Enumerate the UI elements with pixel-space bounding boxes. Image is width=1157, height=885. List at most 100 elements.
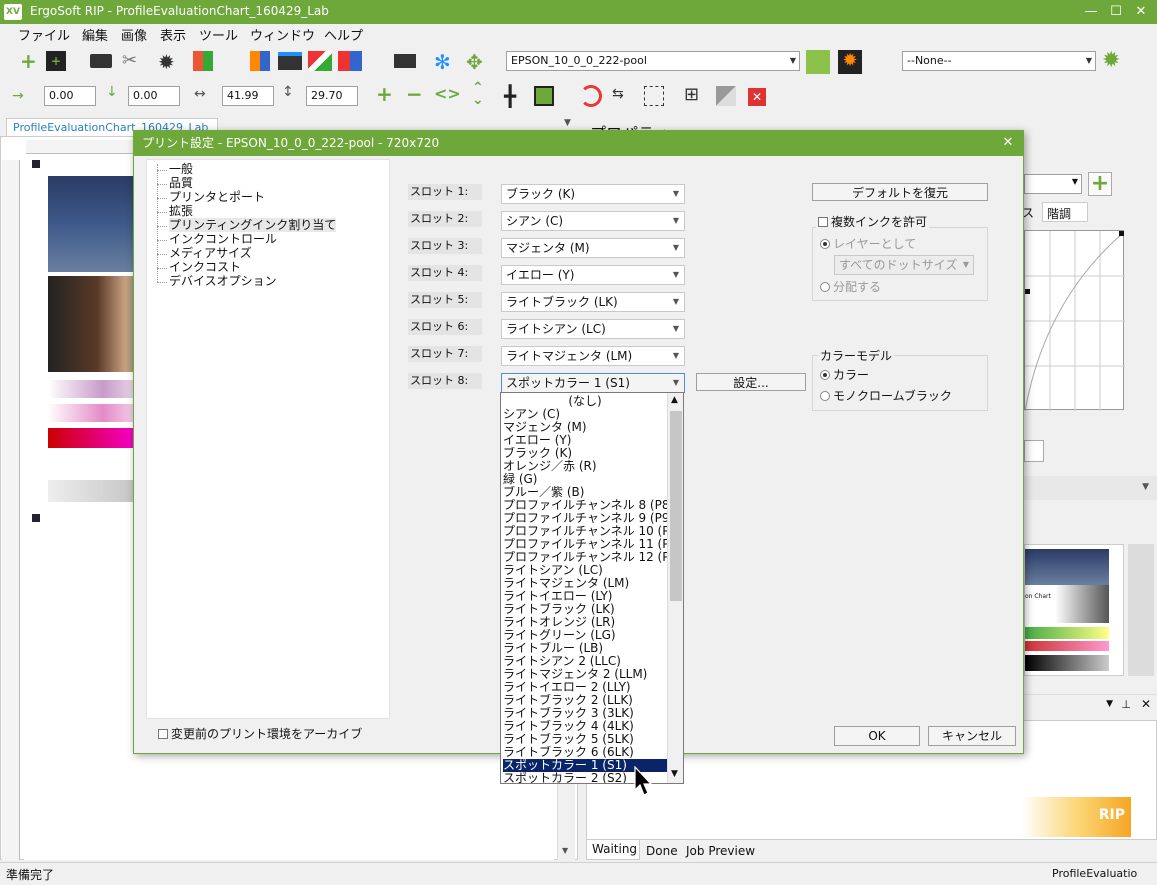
network-icon[interactable]: ✻ [434, 50, 456, 74]
menu-file[interactable]: ファイル [18, 25, 70, 44]
distribute-radio[interactable]: 分配する [820, 278, 881, 295]
tab-done[interactable]: Done [646, 844, 678, 858]
dropdown-item[interactable]: ライトマジェンタ 2 (LLM) [503, 668, 667, 681]
menu-tools[interactable]: ツール [199, 25, 238, 44]
dropdown-item[interactable]: プロファイルチャンネル 11 (P1 [503, 538, 667, 551]
add-curve-button[interactable]: + [1088, 172, 1112, 196]
settings-gear-icon[interactable]: ✹ [1102, 50, 1126, 74]
tree-item-ink-assignment[interactable]: プリンティングインク割り当て [169, 218, 337, 232]
settings-button[interactable]: 設定... [696, 373, 806, 391]
ruler-icon[interactable] [308, 51, 332, 71]
zoom-in-icon[interactable]: + [376, 82, 393, 106]
mono-black-radio[interactable]: モノクロームブラック [820, 387, 952, 404]
rotate-icon[interactable] [580, 85, 602, 107]
menu-image[interactable]: 画像 [121, 25, 147, 44]
preset-select[interactable]: --None-- ▼ [902, 51, 1096, 71]
ok-button[interactable]: OK [834, 726, 920, 746]
printer-device-icon[interactable] [394, 54, 416, 68]
dialog-close-button[interactable]: ✕ [999, 134, 1017, 152]
color-grid-icon[interactable] [250, 51, 270, 71]
color-squares-icon[interactable] [193, 51, 213, 71]
add-icon[interactable]: + [20, 51, 38, 71]
scroll-down-icon[interactable]: ▼ [562, 846, 568, 855]
tile-icon[interactable] [716, 86, 736, 106]
fit-width-icon[interactable]: <> [434, 84, 461, 103]
scroll-down-icon[interactable]: ▼ [671, 769, 678, 779]
slot-5-select[interactable]: ライトブラック (LK) ▼ [501, 292, 685, 312]
dropdown-item[interactable]: マジェンタ (M) [503, 421, 667, 434]
dropdown-item[interactable]: ライトブラック 4 (4LK) [503, 720, 667, 733]
tree-item-printer-port[interactable]: プリンタとポート [169, 190, 265, 204]
tab-kaicho[interactable]: 階調 [1042, 202, 1088, 222]
device-select[interactable]: EPSON_10_0_0_222-pool ▼ [506, 51, 800, 71]
tree-item-media-size[interactable]: メディアサイズ [169, 246, 252, 260]
tab-job-preview[interactable]: Job Preview [686, 844, 755, 858]
dropdown-item[interactable]: プロファイルチャンネル 9 (P9) [503, 512, 667, 525]
close-window-button[interactable]: ✕ [1128, 2, 1154, 22]
dropdown-item[interactable]: ライトマジェンタ (LM) [503, 577, 667, 590]
gears-icon[interactable]: ✹ [838, 50, 862, 74]
slot-1-select[interactable]: ブラック (K) ▼ [501, 184, 685, 204]
scroll-up-icon[interactable]: ▲ [671, 395, 678, 405]
tree-item-ink-control[interactable]: インクコントロール [169, 232, 277, 246]
dropdown-item[interactable]: プロファイルチャンネル 10 (P1 [503, 525, 667, 538]
add-job-icon[interactable]: + [46, 51, 66, 71]
archive-checkbox[interactable]: 変更前のプリント環境をアーカイブ [158, 725, 362, 742]
dropdown-item[interactable]: ライトイエロー 2 (LLY) [503, 681, 667, 694]
slot-8-dropdown-list[interactable]: (なし) シアン (C) マジェンタ (M) イエロー (Y) ブラック (K) オレンジ… [500, 392, 684, 784]
crop-icon[interactable] [644, 86, 664, 106]
slot-8-select[interactable]: スポットカラー 1 (S1) ▼ [501, 373, 685, 393]
dropdown-item[interactable]: ライトイエロー (LY) [503, 590, 667, 603]
tree-item-extended[interactable]: 拡張 [169, 204, 193, 218]
slot-4-select[interactable]: イエロー (Y) ▼ [501, 265, 685, 285]
printer-icon[interactable] [90, 54, 112, 68]
dropdown-item[interactable]: ライトオレンジ (LR) [503, 616, 667, 629]
zoom-out-icon[interactable]: − [406, 82, 423, 106]
position-x-input[interactable]: 0.00 [44, 86, 96, 106]
value-input[interactable] [1024, 440, 1044, 462]
tree-item-general[interactable]: 一般 [169, 162, 193, 176]
dropdown-item[interactable]: ライトブラック 6 (6LK) [503, 746, 667, 759]
color-radio[interactable]: カラー [820, 366, 869, 383]
slot-3-select[interactable]: マジェンタ (M) ▼ [501, 238, 685, 258]
width-input[interactable]: 41.99 [222, 86, 274, 106]
printer-blue-icon[interactable] [278, 52, 302, 70]
cancel-button[interactable]: キャンセル [928, 726, 1016, 746]
dropdown-item[interactable]: プロファイルチャンネル 8 (P8) [503, 499, 667, 512]
close-panel-icon[interactable]: ✕ [1141, 697, 1151, 711]
menu-help[interactable]: ヘルプ [324, 25, 363, 44]
dropdown-item[interactable]: ライトブラック 2 (LLK) [503, 694, 667, 707]
dropdown-item[interactable]: ブルー／紫 (B) [503, 486, 667, 499]
position-y-input[interactable]: 0.00 [128, 86, 180, 106]
dropdown-item[interactable]: イエロー (Y) [503, 434, 667, 447]
color-blocks-icon[interactable] [338, 51, 362, 71]
dropdown-item[interactable]: オレンジ／赤 (R) [503, 460, 667, 473]
menu-view[interactable]: 表示 [160, 25, 186, 44]
dropdown-item[interactable]: シアン (C) [503, 408, 667, 421]
preview-scrollbar[interactable] [1128, 544, 1154, 676]
layers-icon[interactable] [534, 86, 554, 106]
maximize-button[interactable]: ☐ [1103, 2, 1129, 22]
gear-icon[interactable]: ✹ [158, 50, 180, 74]
move-icon[interactable]: ✥ [466, 50, 488, 74]
menu-edit[interactable]: 編集 [82, 25, 108, 44]
chevron-down-icon[interactable]: ▼ [1142, 482, 1149, 492]
as-layer-radio[interactable]: レイヤーとして [820, 235, 916, 252]
restore-defaults-button[interactable]: デフォルトを復元 [812, 183, 988, 201]
slot-2-select[interactable]: シアン (C) ▼ [501, 211, 685, 231]
tone-curve-graph[interactable] [1024, 230, 1125, 412]
crosshair-icon[interactable]: ╋ [504, 84, 516, 108]
dropdown-item[interactable]: プロファイルチャンネル 12 (P1 [503, 551, 667, 564]
scroll-thumb[interactable] [670, 411, 682, 601]
properties-combo[interactable]: ▼ [1024, 174, 1082, 194]
device-settings-icon[interactable] [806, 50, 830, 74]
minimize-button[interactable]: — [1078, 2, 1104, 22]
tree-item-ink-cost[interactable]: インクコスト [169, 260, 241, 274]
dropdown-item[interactable]: ライトシアン 2 (LLC) [503, 655, 667, 668]
height-input[interactable]: 29.70 [306, 86, 358, 106]
delete-icon[interactable]: ✕ [748, 88, 766, 106]
menu-window[interactable]: ウィンドウ [250, 25, 315, 44]
add-frame-icon[interactable]: ⊞ [684, 84, 699, 105]
tab-waiting[interactable]: Waiting [586, 840, 640, 860]
scissors-icon[interactable]: ✂ [122, 50, 142, 72]
